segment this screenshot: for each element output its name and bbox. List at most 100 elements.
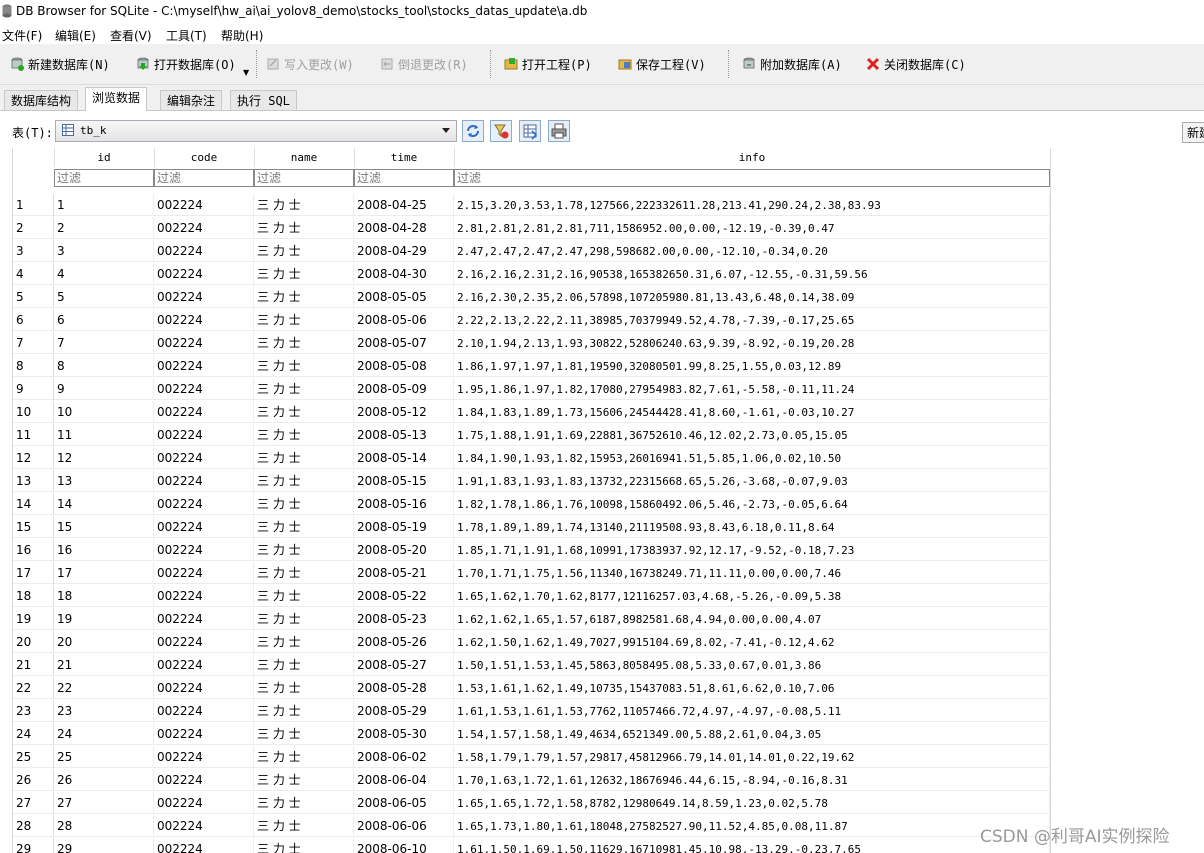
cell-name[interactable]: 三 力 士 xyxy=(254,332,354,354)
row-number[interactable]: 26 xyxy=(13,769,54,791)
cell-time[interactable]: 2008-05-14 xyxy=(354,447,454,469)
cell-id[interactable]: 20 xyxy=(54,631,154,653)
cell-code[interactable]: 002224 xyxy=(154,746,254,768)
row-number[interactable]: 17 xyxy=(13,562,54,584)
column-header-time[interactable]: time xyxy=(354,148,455,167)
cell-info[interactable]: 1.70,1.63,1.72,1.61,12632,18676946.44,6.… xyxy=(454,769,1050,791)
cell-code[interactable]: 002224 xyxy=(154,677,254,699)
cell-code[interactable]: 002224 xyxy=(154,194,254,216)
row-number[interactable]: 16 xyxy=(13,539,54,561)
cell-name[interactable]: 三 力 士 xyxy=(254,470,354,492)
refresh-button[interactable] xyxy=(462,120,484,142)
table-row[interactable]: 16 16 002224 三 力 士 2008-05-20 1.85,1.71,1.91,… xyxy=(13,539,1050,562)
table-row[interactable]: 2 2 002224 三 力 士 2008-04-28 2.81,2.81,2.81,2.… xyxy=(13,217,1050,240)
cell-name[interactable]: 三 力 士 xyxy=(254,401,354,423)
cell-id[interactable]: 10 xyxy=(54,401,154,423)
cell-name[interactable]: 三 力 士 xyxy=(254,585,354,607)
cell-info[interactable]: 1.50,1.51,1.53,1.45,5863,8058495.08,5.33… xyxy=(454,654,1050,676)
column-header-info[interactable]: info xyxy=(454,148,1050,167)
table-row[interactable]: 24 24 002224 三 力 士 2008-05-30 1.54,1.57,1.58,… xyxy=(13,723,1050,746)
table-row[interactable]: 20 20 002224 三 力 士 2008-05-26 1.62,1.50,1.62,… xyxy=(13,631,1050,654)
cell-code[interactable]: 002224 xyxy=(154,723,254,745)
cell-time[interactable]: 2008-06-05 xyxy=(354,792,454,814)
cell-id[interactable]: 29 xyxy=(54,838,154,853)
cell-info[interactable]: 1.84,1.90,1.93,1.82,15953,26016941.51,5.… xyxy=(454,447,1050,469)
cell-name[interactable]: 三 力 士 xyxy=(254,217,354,239)
cell-time[interactable]: 2008-06-06 xyxy=(354,815,454,837)
row-number[interactable]: 2 xyxy=(13,217,54,239)
row-number[interactable]: 3 xyxy=(13,240,54,262)
row-number[interactable]: 1 xyxy=(13,194,54,216)
cell-id[interactable]: 4 xyxy=(54,263,154,285)
cell-id[interactable]: 8 xyxy=(54,355,154,377)
cell-info[interactable]: 2.81,2.81,2.81,2.81,711,1586952.00,0.00,… xyxy=(454,217,1050,239)
menu-tools[interactable]: 工具(T) xyxy=(166,27,207,44)
open-database-button[interactable]: 打开数据库(O) xyxy=(136,53,236,75)
close-database-button[interactable]: 关闭数据库(C) xyxy=(866,53,966,75)
cell-id[interactable]: 6 xyxy=(54,309,154,331)
cell-name[interactable]: 三 力 士 xyxy=(254,631,354,653)
table-row[interactable]: 11 11 002224 三 力 士 2008-05-13 1.75,1.88,1.91,… xyxy=(13,424,1050,447)
cell-id[interactable]: 2 xyxy=(54,217,154,239)
cell-info[interactable]: 1.78,1.89,1.89,1.74,13140,21119508.93,8.… xyxy=(454,516,1050,538)
row-number[interactable]: 13 xyxy=(13,470,54,492)
cell-name[interactable]: 三 力 士 xyxy=(254,424,354,446)
tab-database-structure[interactable]: 数据库结构 xyxy=(4,90,79,111)
menu-view[interactable]: 查看(V) xyxy=(110,27,152,44)
cell-info[interactable]: 2.47,2.47,2.47,2.47,298,598682.00,0.00,-… xyxy=(454,240,1050,262)
row-number[interactable]: 7 xyxy=(13,332,54,354)
cell-time[interactable]: 2008-06-02 xyxy=(354,746,454,768)
cell-id[interactable]: 23 xyxy=(54,700,154,722)
cell-info[interactable]: 1.65,1.73,1.80,1.61,18048,27582527.90,11… xyxy=(454,815,1050,837)
cell-code[interactable]: 002224 xyxy=(154,240,254,262)
attach-database-button[interactable]: 附加数据库(A) xyxy=(742,53,842,75)
column-header-name[interactable]: name xyxy=(254,148,355,167)
cell-time[interactable]: 2008-05-08 xyxy=(354,355,454,377)
cell-code[interactable]: 002224 xyxy=(154,401,254,423)
cell-code[interactable]: 002224 xyxy=(154,378,254,400)
cell-code[interactable]: 002224 xyxy=(154,309,254,331)
cell-time[interactable]: 2008-04-25 xyxy=(354,194,454,216)
cell-id[interactable]: 27 xyxy=(54,792,154,814)
cell-name[interactable]: 三 力 士 xyxy=(254,723,354,745)
cell-info[interactable]: 1.61,1.53,1.61,1.53,7762,11057466.72,4.9… xyxy=(454,700,1050,722)
table-row[interactable]: 10 10 002224 三 力 士 2008-05-12 1.84,1.83,1.89,… xyxy=(13,401,1050,424)
cell-code[interactable]: 002224 xyxy=(154,355,254,377)
new-record-button[interactable]: 新建 xyxy=(1182,122,1204,143)
cell-time[interactable]: 2008-05-26 xyxy=(354,631,454,653)
filter-input-info[interactable]: 过滤 xyxy=(454,169,1050,187)
row-number[interactable]: 4 xyxy=(13,263,54,285)
cell-code[interactable]: 002224 xyxy=(154,447,254,469)
cell-time[interactable]: 2008-05-15 xyxy=(354,470,454,492)
cell-id[interactable]: 14 xyxy=(54,493,154,515)
corner-header[interactable] xyxy=(13,148,55,167)
cell-id[interactable]: 28 xyxy=(54,815,154,837)
cell-code[interactable]: 002224 xyxy=(154,493,254,515)
column-header-id[interactable]: id xyxy=(54,148,155,167)
table-row[interactable]: 17 17 002224 三 力 士 2008-05-21 1.70,1.71,1.75,… xyxy=(13,562,1050,585)
cell-code[interactable]: 002224 xyxy=(154,585,254,607)
menu-help[interactable]: 帮助(H) xyxy=(221,27,263,44)
cell-id[interactable]: 11 xyxy=(54,424,154,446)
print-button[interactable] xyxy=(548,120,570,142)
table-row[interactable]: 18 18 002224 三 力 士 2008-05-22 1.65,1.62,1.70,… xyxy=(13,585,1050,608)
cell-name[interactable]: 三 力 士 xyxy=(254,286,354,308)
cell-time[interactable]: 2008-06-10 xyxy=(354,838,454,853)
cell-time[interactable]: 2008-05-19 xyxy=(354,516,454,538)
row-number[interactable]: 18 xyxy=(13,585,54,607)
cell-time[interactable]: 2008-05-22 xyxy=(354,585,454,607)
table-row[interactable]: 8 8 002224 三 力 士 2008-05-08 1.86,1.97,1.97,1.… xyxy=(13,355,1050,378)
cell-info[interactable]: 1.75,1.88,1.91,1.69,22881,36752610.46,12… xyxy=(454,424,1050,446)
cell-time[interactable]: 2008-04-30 xyxy=(354,263,454,285)
cell-info[interactable]: 1.95,1.86,1.97,1.82,17080,27954983.82,7.… xyxy=(454,378,1050,400)
cell-info[interactable]: 2.15,3.20,3.53,1.78,127566,222332611.28,… xyxy=(454,194,1050,216)
cell-code[interactable]: 002224 xyxy=(154,286,254,308)
cell-info[interactable]: 1.82,1.78,1.86,1.76,10098,15860492.06,5.… xyxy=(454,493,1050,515)
cell-name[interactable]: 三 力 士 xyxy=(254,815,354,837)
table-row[interactable]: 14 14 002224 三 力 士 2008-05-16 1.82,1.78,1.86,… xyxy=(13,493,1050,516)
cell-id[interactable]: 7 xyxy=(54,332,154,354)
cell-id[interactable]: 26 xyxy=(54,769,154,791)
cell-id[interactable]: 12 xyxy=(54,447,154,469)
cell-id[interactable]: 5 xyxy=(54,286,154,308)
cell-time[interactable]: 2008-05-12 xyxy=(354,401,454,423)
